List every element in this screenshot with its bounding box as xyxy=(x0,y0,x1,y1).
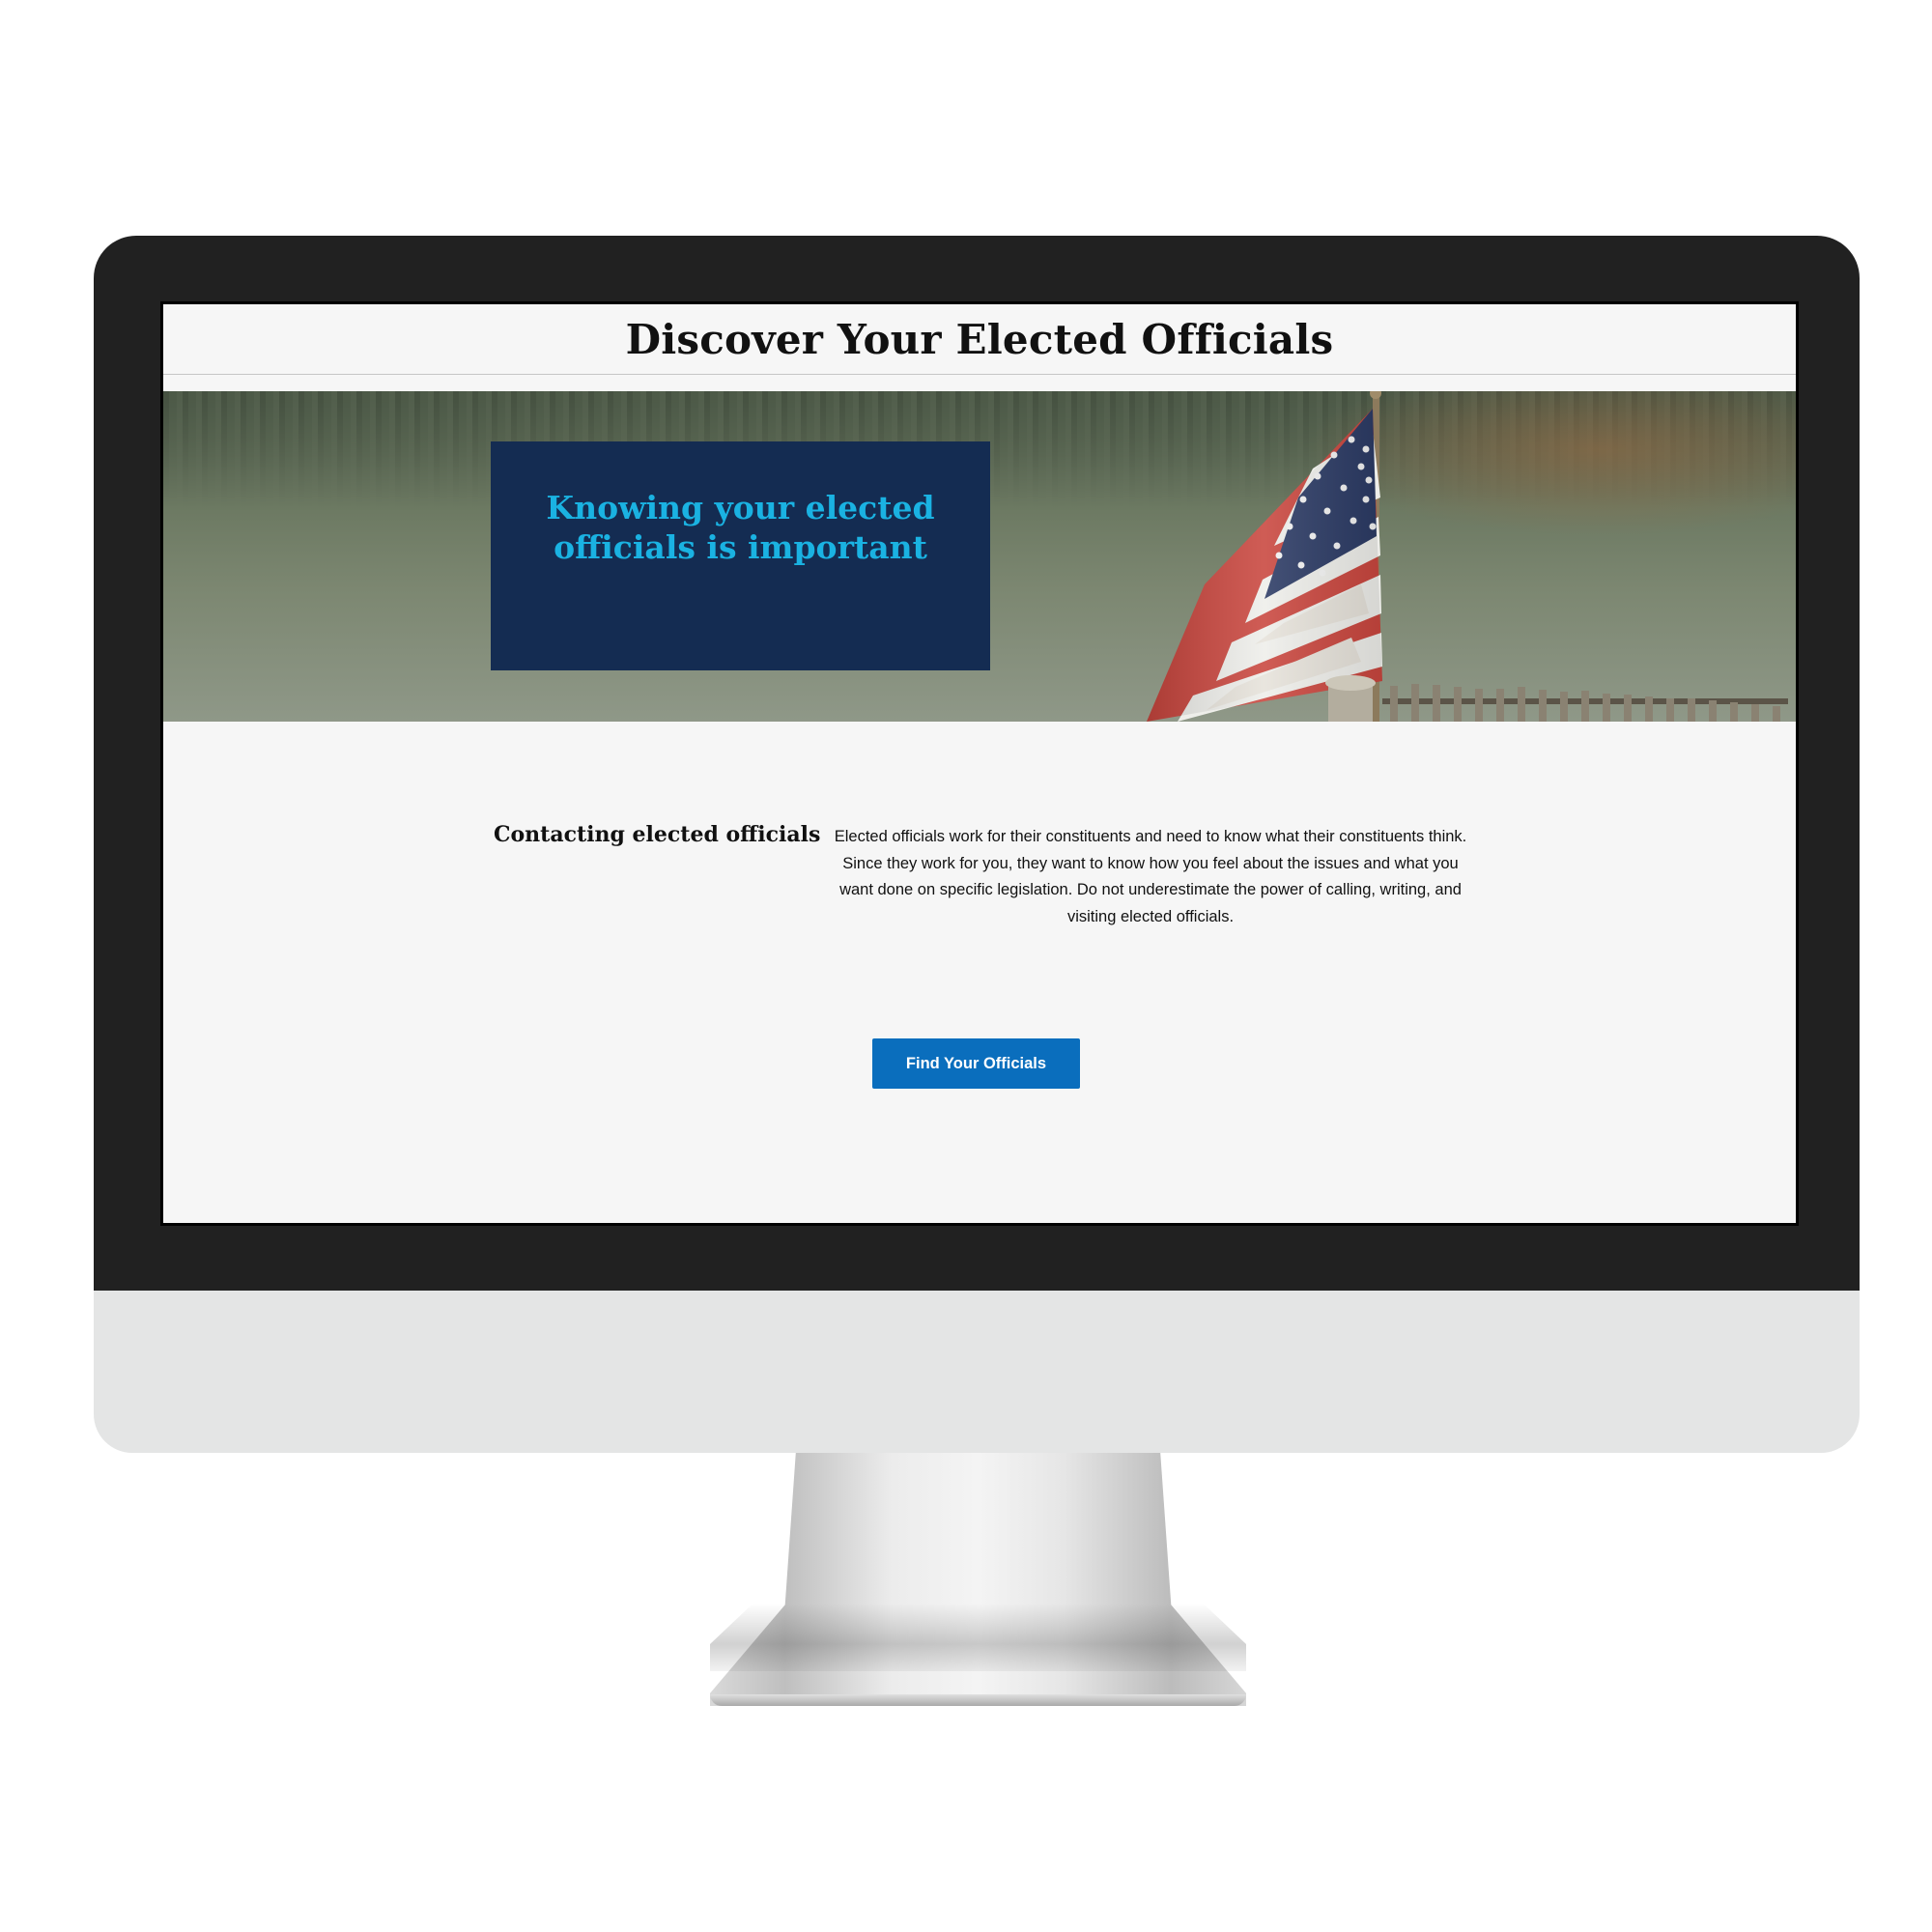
section-body-text: Elected officials work for their constit… xyxy=(834,828,1467,925)
monitor-mockup: Discover Your Elected Officials Knowing … xyxy=(0,0,1932,1932)
site-header: Discover Your Elected Officials xyxy=(163,304,1796,375)
monitor-stand-shadow xyxy=(710,1604,1246,1671)
find-your-officials-button[interactable]: Find Your Officials xyxy=(872,1038,1080,1089)
hero-headline: Knowing your elected officials is import… xyxy=(546,489,935,566)
section-heading: Contacting elected officials xyxy=(494,822,821,847)
page-title: Discover Your Elected Officials xyxy=(625,315,1334,363)
hero-banner: Knowing your elected officials is import… xyxy=(163,391,1796,722)
monitor-stand-base xyxy=(710,1694,1246,1706)
monitor-chin xyxy=(94,1291,1860,1453)
monitor-screen: Discover Your Elected Officials Knowing … xyxy=(160,301,1799,1226)
hero-card: Knowing your elected officials is import… xyxy=(491,441,990,670)
